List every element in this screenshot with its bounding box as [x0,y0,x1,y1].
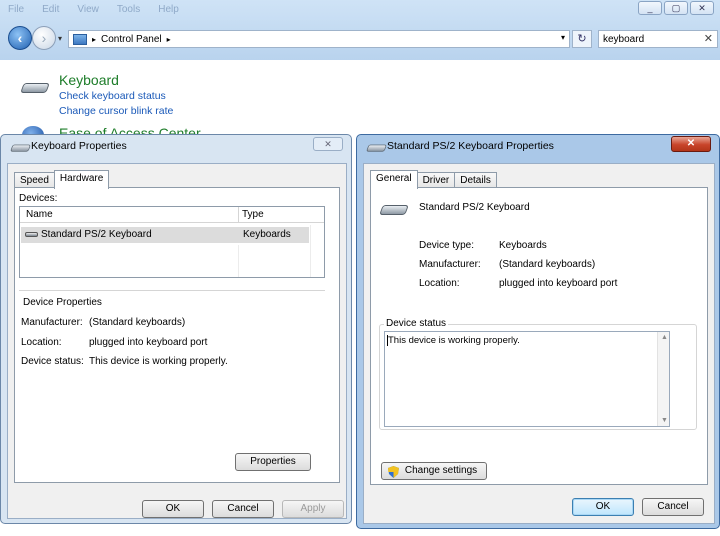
keyboard-icon [381,202,405,214]
menu-tools[interactable]: Tools [117,4,140,18]
breadcrumb-arrow-icon[interactable]: ▸ [167,35,171,44]
address-bar[interactable]: ▸ Control Panel ▸ ▾ [68,30,570,48]
menu-edit[interactable]: Edit [42,4,59,18]
breadcrumb-control-panel[interactable]: Control Panel [101,34,162,45]
keyboard-icon [25,232,38,237]
row-device-type: Keyboards [243,229,291,240]
keyboard-properties-dialog: Keyboard Properties ✕ Speed Hardware Dev… [0,134,352,524]
location-value: plugged into keyboard port [89,337,208,348]
search-value: keyboard [603,33,645,45]
location-label: Location: [21,337,62,348]
recent-pages-dropdown[interactable]: ▾ [58,34,62,43]
hardware-tab-page: Devices: Name Type Standard PS/2 Keyboar… [14,187,340,483]
manufacturer-label: Manufacturer: [419,259,481,270]
minimize-button[interactable]: _ [638,1,662,15]
location-value: plugged into keyboard port [499,278,618,289]
change-settings-button[interactable]: Change settings [381,462,487,480]
device-status-legend: Device status [384,318,449,329]
scroll-down-icon[interactable]: ▼ [661,417,668,424]
properties-button[interactable]: Properties [235,453,311,471]
devices-label: Devices: [19,193,58,204]
control-panel-icon [73,33,87,45]
general-tab-page: Standard PS/2 Keyboard Device type: Keyb… [370,187,708,485]
clear-search-icon[interactable]: ✕ [704,32,713,45]
close-button[interactable]: ✕ [690,1,714,15]
tab-general[interactable]: General [370,170,418,189]
forward-arrow-icon: › [41,30,47,46]
close-button[interactable]: ✕ [671,136,711,152]
device-status-textbox[interactable]: This device is working properly. ▲ ▼ [384,331,670,427]
refresh-icon: ↻ [577,33,587,45]
apply-button[interactable]: Apply [282,500,344,518]
device-name: Standard PS/2 Keyboard [419,202,530,213]
refresh-button[interactable]: ↻ [572,30,592,48]
dialog-titlebar[interactable]: Keyboard Properties [1,135,351,157]
column-separator [238,207,239,223]
close-button[interactable]: ✕ [313,137,343,151]
menu-bar: File Edit View Tools Help [8,4,179,18]
scroll-up-icon[interactable]: ▲ [661,334,668,341]
uac-shield-icon [388,466,399,478]
tab-hardware[interactable]: Hardware [53,170,110,189]
menu-view[interactable]: View [77,4,99,18]
device-properties-title: Device Properties [23,297,102,308]
manufacturer-value: (Standard keyboards) [499,259,596,270]
link-change-cursor-blink-rate[interactable]: Change cursor blink rate [59,105,173,117]
back-button[interactable]: ‹ [8,26,32,50]
location-label: Location: [419,278,460,289]
menu-help[interactable]: Help [158,4,179,18]
dialog-client: General Driver Details Standard PS/2 Key… [363,163,715,524]
list-header: Name Type [20,207,324,223]
device-type-label: Device type: [419,240,475,251]
device-status-text: This device is working properly. [388,335,520,346]
ok-button[interactable]: OK [572,498,634,516]
manufacturer-label: Manufacturer: [21,317,83,328]
ok-button[interactable]: OK [142,500,204,518]
keyboard-icon [22,80,46,92]
maximize-button[interactable]: ▢ [664,1,688,15]
keyboard-icon [367,143,378,150]
breadcrumb-arrow-icon[interactable]: ▸ [92,35,96,44]
vertical-scrollbar[interactable]: ▲ ▼ [657,332,669,426]
cancel-button[interactable]: Cancel [212,500,274,518]
navigation-bar: ‹ › ▾ ▸ Control Panel ▸ ▾ ↻ keyboard ✕ [0,26,720,52]
cancel-button[interactable]: Cancel [642,498,704,516]
column-gridline [310,225,311,277]
back-arrow-icon: ‹ [17,30,23,46]
dialog-title: Keyboard Properties [31,140,127,152]
manufacturer-value: (Standard keyboards) [89,317,186,328]
device-status-value: This device is working properly. [89,356,228,367]
dialog-client: Speed Hardware Devices: Name Type Standa… [7,163,347,519]
column-header-name[interactable]: Name [26,209,53,220]
menu-file[interactable]: File [8,4,24,18]
table-row[interactable]: Standard PS/2 Keyboard Keyboards [21,227,309,243]
device-status-group: Device status This device is working pro… [379,318,697,430]
address-dropdown-icon[interactable]: ▾ [561,33,565,42]
dialog-titlebar[interactable]: Standard PS/2 Keyboard Properties [357,135,719,157]
device-properties-dialog: Standard PS/2 Keyboard Properties ✕ Gene… [356,134,720,529]
change-settings-label: Change settings [404,465,478,476]
device-status-label: Device status: [21,356,84,367]
column-gridline [238,245,239,277]
keyboard-icon [11,143,22,150]
result-title-keyboard[interactable]: Keyboard [59,72,119,88]
row-device-name: Standard PS/2 Keyboard [41,229,152,240]
window-controls: _ ▢ ✕ [638,1,714,15]
device-properties-group: Device Properties Manufacturer: (Standar… [19,290,325,478]
devices-list[interactable]: Name Type Standard PS/2 Keyboard Keyboar… [19,206,325,278]
forward-button[interactable]: › [32,26,56,50]
explorer-chrome: File Edit View Tools Help _ ▢ ✕ ‹ › ▾ ▸ … [0,0,720,60]
dialog-title: Standard PS/2 Keyboard Properties [387,140,554,152]
link-check-keyboard-status[interactable]: Check keyboard status [59,90,166,102]
search-input[interactable]: keyboard ✕ [598,30,718,48]
device-type-value: Keyboards [499,240,547,251]
column-header-type[interactable]: Type [242,209,264,220]
